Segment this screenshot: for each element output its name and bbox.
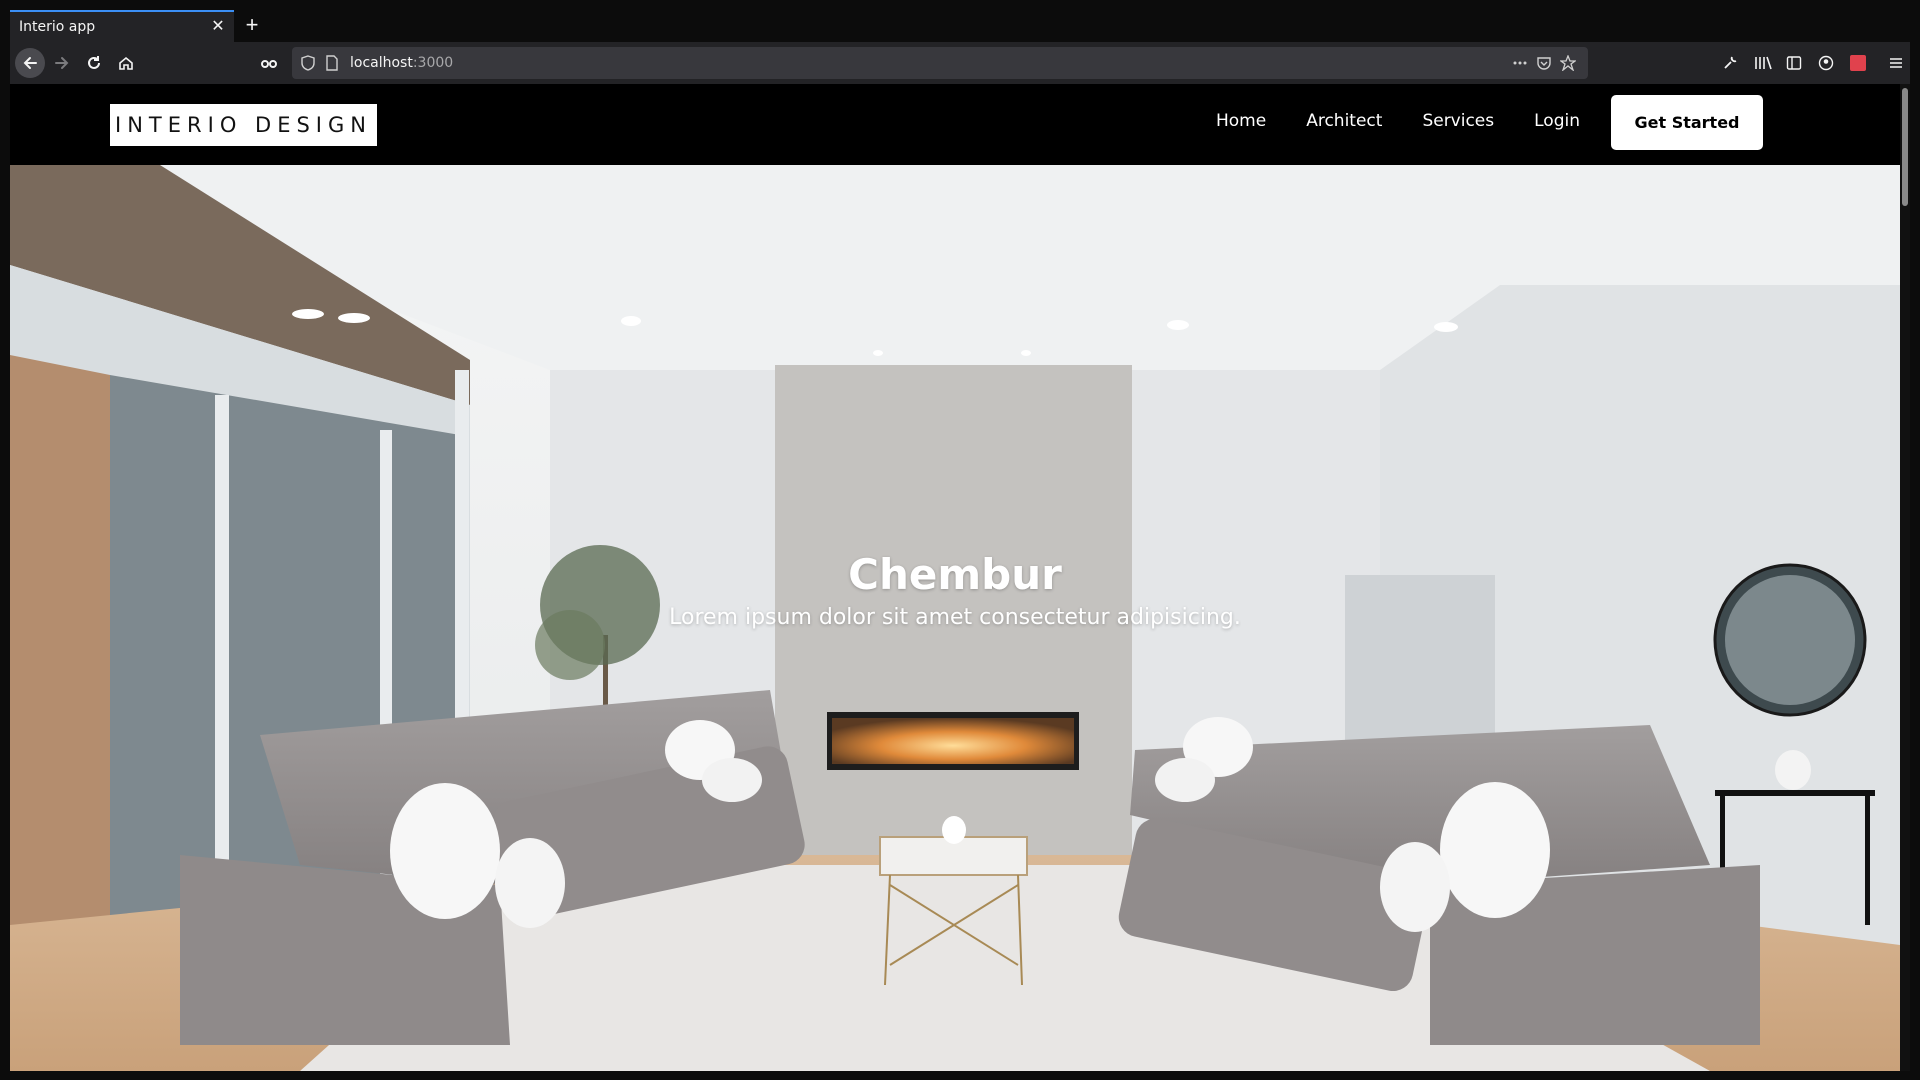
nav-link-home[interactable]: Home [1216,111,1266,131]
extension-icon[interactable] [1850,55,1866,71]
browser-toolbar: localhost:3000 [10,42,1910,84]
scrollbar-thumb[interactable] [1902,88,1908,206]
get-started-button[interactable]: Get Started [1611,95,1763,150]
tab-active[interactable]: Interio app ✕ [10,10,234,42]
new-tab-icon[interactable]: + [240,14,264,38]
arrow-left-icon[interactable] [15,48,45,78]
nav-links: Home Architect Services Login [1216,111,1580,131]
home-icon[interactable] [111,48,141,78]
nav-link-architect[interactable]: Architect [1306,111,1382,131]
account-icon[interactable] [1818,55,1834,71]
nav-link-services[interactable]: Services [1422,111,1494,131]
site-navbar: INTERIO DESIGN Home Architect Services L… [10,84,1900,165]
nav-link-login[interactable]: Login [1534,111,1580,131]
scrollbar[interactable] [1900,84,1910,1071]
hero-text: Chembur Lorem ipsum dolor sit amet conse… [10,550,1900,630]
shield-icon[interactable] [300,55,316,71]
url-text[interactable]: localhost:3000 [350,55,453,71]
browser-window: Interio app ✕ + localhost:3000 INTERIO D… [10,10,1910,1071]
more-icon[interactable] [1512,55,1528,71]
hero-title: Chembur [848,550,1062,599]
tab-strip: Interio app ✕ + [10,10,1910,42]
sidebar-icon[interactable] [1786,55,1802,71]
reload-icon[interactable] [79,48,109,78]
site-logo[interactable]: INTERIO DESIGN [110,104,377,146]
url-bar[interactable]: localhost:3000 [292,47,1588,79]
wrench-icon[interactable] [1722,55,1738,71]
library-icon[interactable] [1754,55,1772,71]
hero-subtitle: Lorem ipsum dolor sit amet consectetur a… [669,605,1241,630]
page-content: INTERIO DESIGN Home Architect Services L… [10,84,1900,1071]
pocket-icon[interactable] [1536,55,1552,71]
tracking-icon[interactable] [254,48,284,78]
tab-title: Interio app [19,19,96,35]
arrow-right-icon[interactable] [47,48,77,78]
hamburger-icon[interactable] [1888,55,1904,71]
page-icon[interactable] [324,55,340,71]
close-icon[interactable]: ✕ [208,17,228,37]
star-icon[interactable] [1560,55,1576,71]
hero-section: Chembur Lorem ipsum dolor sit amet conse… [10,165,1900,1071]
